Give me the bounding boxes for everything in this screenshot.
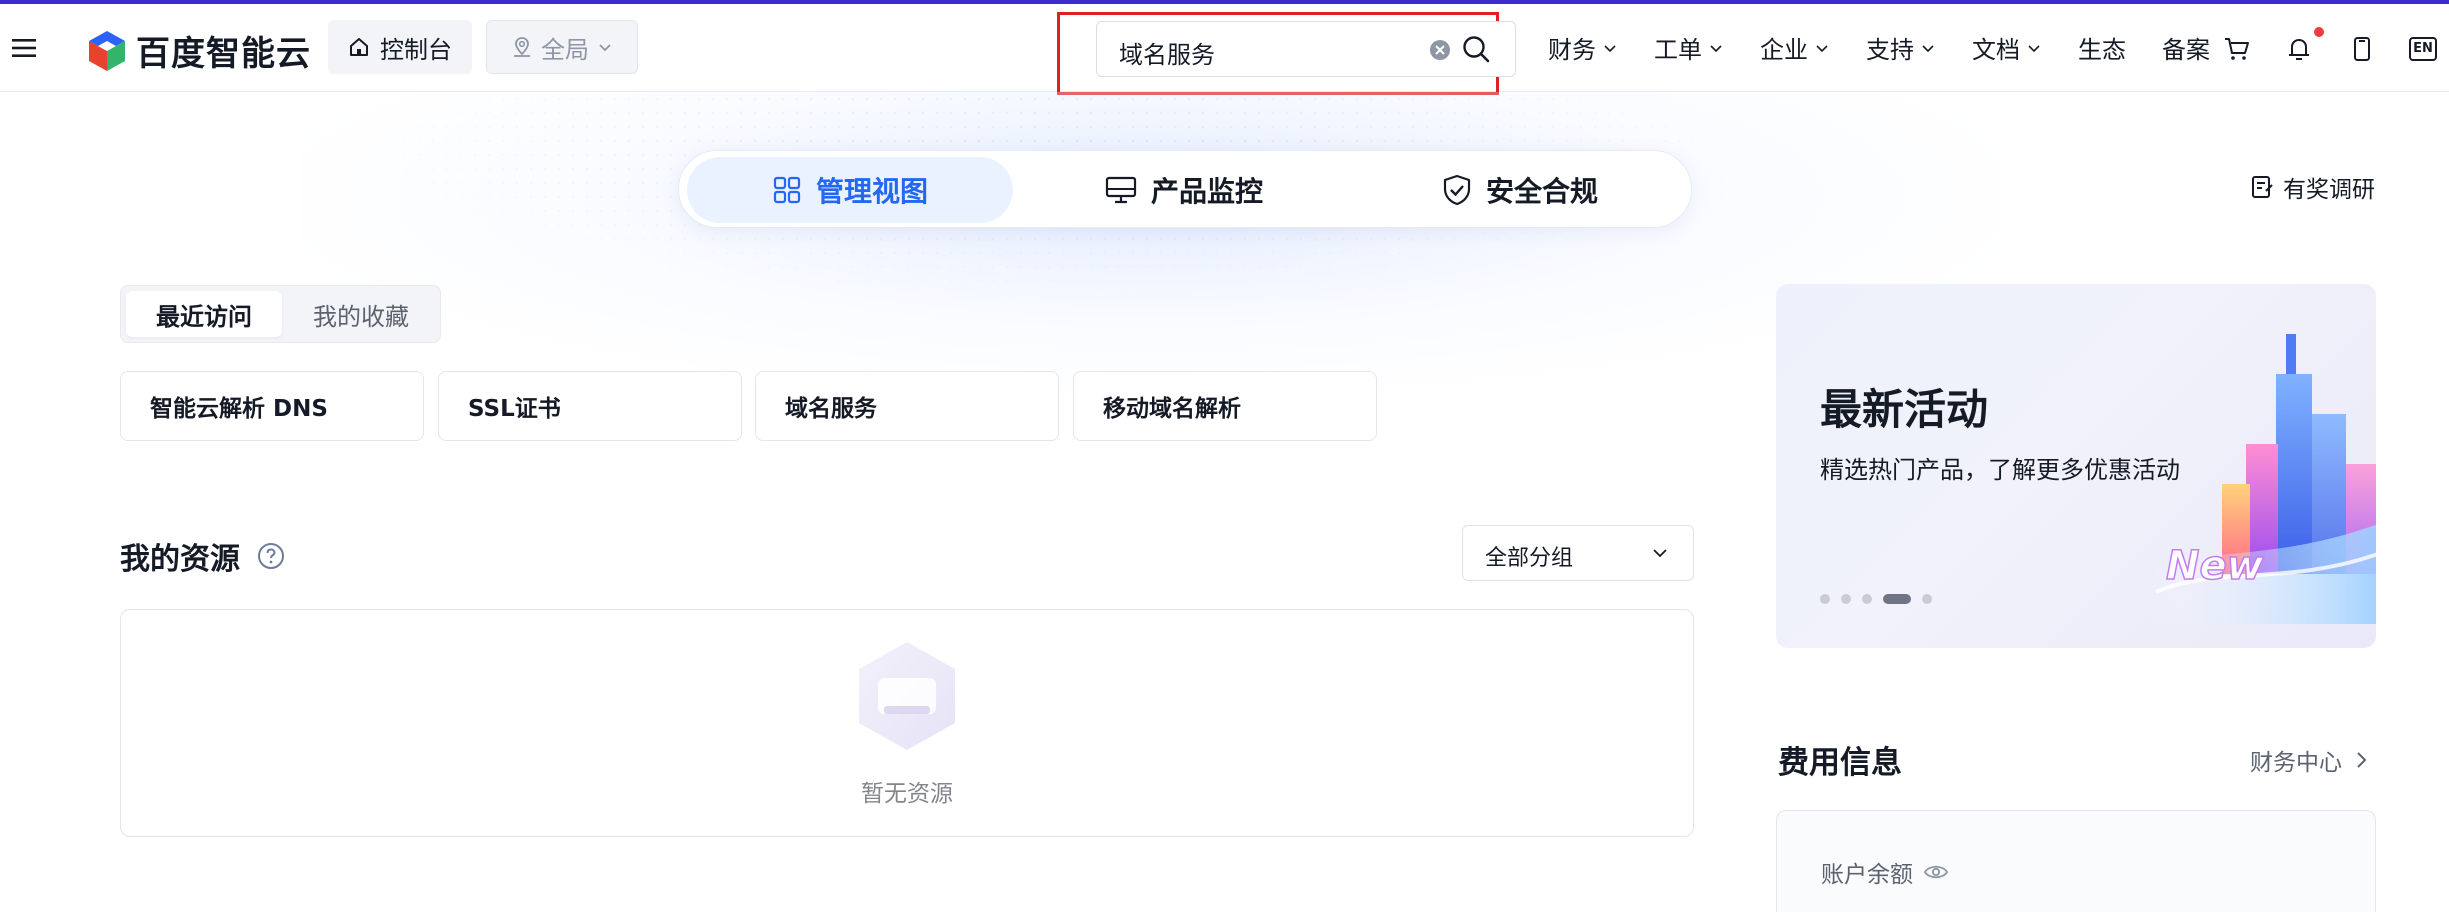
console-button[interactable]: 控制台 <box>328 20 472 74</box>
chevron-down-icon <box>1816 44 1828 52</box>
recent-item-dns[interactable]: 智能云解析 DNS <box>120 371 424 441</box>
group-select-value: 全部分组 <box>1485 546 1574 571</box>
survey-link[interactable]: 有奖调研 <box>2249 170 2375 204</box>
nav-support-label: 支持 <box>1866 36 1914 64</box>
nav-icp[interactable]: 备案 <box>2162 30 2210 65</box>
top-nav: 财务 工单 企业 支持 文档 生态 备案 <box>1548 30 2246 65</box>
tab-favorites[interactable]: 我的收藏 <box>284 291 438 337</box>
empty-box-icon <box>859 642 955 750</box>
nav-docs-label: 文档 <box>1972 36 2020 64</box>
language-label: EN <box>2409 37 2437 61</box>
tab-product-monitor-label: 产品监控 <box>1150 175 1263 208</box>
chevron-down-icon <box>1922 44 1934 52</box>
promo-banner[interactable]: 最新活动 精选热门产品，了解更多优惠活动 New <box>1776 284 2376 648</box>
promo-art-text: New <box>2166 543 2265 589</box>
nav-enterprise[interactable]: 企业 <box>1760 30 1830 65</box>
resources-header: 我的资源 <box>120 534 286 578</box>
bell-icon[interactable] <box>2284 34 2314 64</box>
recent-item-mobile-dns[interactable]: 移动域名解析 <box>1073 371 1377 441</box>
mobile-icon[interactable] <box>2347 34 2377 64</box>
finance-center-label: 财务中心 <box>2250 750 2342 776</box>
pager-dot[interactable] <box>1922 594 1932 604</box>
clear-icon[interactable] <box>1429 39 1451 61</box>
empty-text: 暂无资源 <box>861 781 953 807</box>
search-input[interactable]: 域名服务 <box>1096 21 1516 77</box>
survey-label: 有奖调研 <box>2283 177 2375 203</box>
nav-docs[interactable]: 文档 <box>1972 30 2042 65</box>
nav-ticket-label: 工单 <box>1654 36 1702 64</box>
eye-icon[interactable] <box>1923 862 1949 882</box>
logo-icon <box>89 30 125 71</box>
brand-logo[interactable]: 百度智能云 <box>86 26 311 75</box>
tab-management-view[interactable]: 管理视图 <box>687 157 1013 223</box>
fee-title: 费用信息 <box>1778 745 1902 781</box>
pager-dot-active[interactable] <box>1883 594 1911 604</box>
console-label: 控制台 <box>380 35 452 64</box>
cart-icon[interactable] <box>2222 34 2252 64</box>
chevron-right-icon <box>2357 752 2367 768</box>
nav-finance-label: 财务 <box>1548 36 1596 64</box>
balance-label: 账户余额 <box>1821 862 1913 888</box>
tab-recent[interactable]: 最近访问 <box>126 291 282 337</box>
pager-dot[interactable] <box>1862 594 1872 604</box>
resources-panel: 暂无资源 <box>120 609 1694 837</box>
recent-tabs: 最近访问 我的收藏 <box>120 285 441 343</box>
resources-title: 我的资源 <box>120 542 240 577</box>
promo-subtitle: 精选热门产品，了解更多优惠活动 <box>1820 456 2180 484</box>
nav-ecosystem-label: 生态 <box>2078 36 2126 64</box>
nav-ecosystem[interactable]: 生态 <box>2078 30 2126 65</box>
help-icon[interactable] <box>256 541 286 571</box>
promo-illustration: New <box>2146 334 2376 624</box>
home-icon <box>350 38 368 56</box>
chevron-down-icon <box>2028 44 2040 52</box>
recent-item-ssl[interactable]: SSL证书 <box>438 371 742 441</box>
tab-management-view-label: 管理视图 <box>815 175 928 208</box>
brand-name: 百度智能云 <box>136 34 311 74</box>
menu-icon[interactable] <box>10 34 38 62</box>
recent-item-domain[interactable]: 域名服务 <box>755 371 1059 441</box>
promo-title: 最新活动 <box>1820 385 1989 434</box>
tab-product-monitor[interactable]: 产品监控 <box>1019 157 1349 223</box>
group-select[interactable]: 全部分组 <box>1462 525 1694 581</box>
nav-enterprise-label: 企业 <box>1760 36 1808 64</box>
region-selector[interactable]: 全局 <box>486 20 638 74</box>
view-switcher: 管理视图 产品监控 安全合规 <box>678 150 1692 228</box>
tab-security-compliance-label: 安全合规 <box>1485 175 1598 208</box>
pager-dot[interactable] <box>1841 594 1851 604</box>
notification-dot <box>2314 27 2324 37</box>
nav-icp-label: 备案 <box>2162 36 2210 64</box>
search-value: 域名服务 <box>1119 41 1215 69</box>
tab-security-compliance[interactable]: 安全合规 <box>1355 157 1685 223</box>
search-icon[interactable] <box>1461 34 1491 64</box>
nav-finance[interactable]: 财务 <box>1548 30 1618 65</box>
chevron-down-icon <box>1710 44 1722 52</box>
promo-pager <box>1820 594 1932 604</box>
survey-icon <box>2252 176 2273 198</box>
shield-check-icon <box>1443 174 1471 206</box>
finance-center-link[interactable]: 财务中心 <box>2250 743 2370 777</box>
nav-ticket[interactable]: 工单 <box>1654 30 1724 65</box>
top-header: 百度智能云 控制台 全局 域名服务 财务 工单 企业 支持 文档 生态 备案 E… <box>0 4 2449 95</box>
grid-icon <box>773 176 801 204</box>
location-icon <box>514 37 530 57</box>
nav-support[interactable]: 支持 <box>1866 30 1936 65</box>
chevron-down-icon <box>1604 44 1616 52</box>
language-switch[interactable]: EN <box>2408 34 2438 64</box>
chevron-down-icon <box>1653 549 1667 558</box>
region-label: 全局 <box>541 35 589 64</box>
monitor-icon <box>1105 176 1137 204</box>
balance-label-row: 账户余额 <box>1821 855 1949 889</box>
chevron-down-icon <box>599 44 611 52</box>
pager-dot[interactable] <box>1820 594 1830 604</box>
balance-card: 账户余额 <box>1776 810 2376 912</box>
